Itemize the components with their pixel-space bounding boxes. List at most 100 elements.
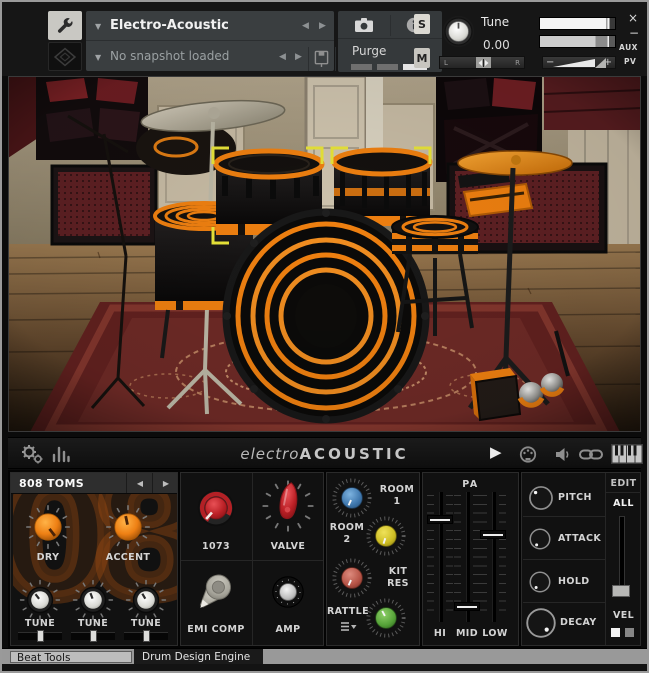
pa-mid-fader[interactable] [454,492,480,624]
instrument-name: Electro-Acoustic [110,18,229,33]
attack-label: ATTACK [558,533,606,544]
emi-comp-knob[interactable] [188,562,244,618]
vel-toggle-off[interactable] [625,628,634,637]
tune3-label: TUNE [121,618,171,629]
link-icon[interactable] [579,448,603,461]
tune-knob-1[interactable] [18,578,62,622]
pa-low-fader[interactable] [480,492,506,624]
tune1-label: TUNE [15,618,65,629]
amp-knob[interactable] [264,568,312,616]
brand-title-acoustic: ACOUSTIC [299,445,408,463]
output-meter-left [539,17,616,30]
play-button[interactable]: ▶ [490,443,502,461]
next-piece-button[interactable]: ▶ [152,473,179,493]
pv-label[interactable]: PV [624,57,636,66]
brand-toolbar: electroACOUSTIC ▶ [8,437,641,469]
1073-knob[interactable] [190,482,242,534]
tune-value[interactable]: 0.00 [483,38,510,52]
camera-icon[interactable] [354,17,374,33]
kontakt-window: ▼ Electro-Acoustic ◀ ▶ ▼ No snapshot loa… [0,0,649,673]
tab-drum-design-engine[interactable]: Drum Design Engine [134,649,263,665]
speaker-icon[interactable] [555,447,570,462]
kit-piece-header: 808 TOMS ◀ ▶ [11,473,177,494]
tune3-fine-slider[interactable] [124,632,168,640]
tune-knob[interactable] [441,14,476,49]
pan-slider[interactable]: L R [439,56,525,69]
save-snapshot-icon[interactable] [314,50,329,67]
pa-low-handle[interactable] [480,530,506,539]
pitch-label: PITCH [558,492,602,503]
purge-dropdown[interactable]: Purge [352,44,386,58]
next-instrument-button[interactable]: ▶ [319,21,326,31]
accent-label: ACCENT [100,552,156,563]
edit-label: EDIT [606,478,641,489]
kit-piece-name: 808 TOMS [19,477,84,490]
output-meter-right [539,35,616,48]
edit-all-slider-handle[interactable] [612,585,630,597]
midi-icon[interactable] [519,446,537,463]
bottom-filler [2,664,647,671]
hold-label: HOLD [558,576,602,587]
pa-mid-handle[interactable] [454,602,480,611]
brand-title-electro: electro [240,445,299,463]
edit-all-label[interactable]: ALL [606,498,641,509]
pan-left-label: L [444,59,448,67]
instrument-title-block: ▼ Electro-Acoustic ◀ ▶ ▼ No snapshot loa… [86,11,334,71]
pan-right-label: R [515,59,520,67]
memory-meter-1 [351,64,372,70]
edit-all-slider[interactable] [619,516,625,594]
rattle-menu-icon[interactable] [340,621,357,632]
keyboard-icon[interactable] [611,444,643,464]
chevron-down-icon[interactable]: ▼ [95,53,101,62]
instrument-title-row[interactable]: ▼ Electro-Acoustic ◀ ▶ [86,11,334,41]
rattle-knob[interactable] [363,595,409,641]
pitch-knob[interactable] [524,481,558,515]
prev-snapshot-button[interactable]: ◀ [279,52,286,62]
mute-button[interactable]: M [414,48,430,68]
aux-label[interactable]: AUX [619,43,638,52]
ni-logo [48,42,82,71]
next-snapshot-button[interactable]: ▶ [295,52,302,62]
minimize-icon[interactable]: − [629,26,639,40]
close-icon[interactable]: × [628,11,638,25]
accent-knob[interactable] [104,503,152,551]
volume-minus[interactable]: − [546,57,554,68]
decay-label: DECAY [560,617,608,628]
emi-comp-label: EMI COMP [180,624,252,635]
dry-knob[interactable] [24,503,72,551]
pa-low-label: LOW [478,628,512,639]
pan-handle-icon [478,59,489,67]
brand-title: electroACOUSTIC [8,445,641,463]
attack-knob[interactable] [525,524,555,554]
valve-knob[interactable] [260,478,316,534]
room2-label: ROOM2 [328,522,366,546]
hold-knob[interactable] [525,567,555,597]
valve-label: VALVE [252,541,324,552]
kontakt-header: ▼ Electro-Acoustic ◀ ▶ ▼ No snapshot loa… [2,2,647,76]
room2-knob[interactable] [363,513,409,559]
tune-label: Tune [481,15,509,29]
dry-label: DRY [23,552,73,563]
volume-slider[interactable]: − + [542,56,616,69]
decay-knob[interactable] [522,604,560,642]
tune-knob-2[interactable] [71,578,115,622]
pan-handle[interactable] [476,57,491,68]
tune2-fine-slider[interactable] [71,632,115,640]
tune1-fine-slider[interactable] [18,632,62,640]
room1-label: ROOM1 [376,484,418,508]
1073-label: 1073 [180,541,252,552]
pa-hi-fader[interactable] [427,492,453,624]
tab-beat-tools[interactable]: Beat Tools [10,651,132,663]
prev-piece-button[interactable]: ◀ [126,473,153,493]
drum-kit-scene [8,76,641,432]
kit-res-label: KITRES [378,566,418,590]
pa-hi-handle[interactable] [427,515,453,524]
tune2-label: TUNE [68,618,118,629]
wrench-icon [54,16,76,36]
chevron-down-icon[interactable]: ▼ [95,22,101,31]
wrench-settings-button[interactable] [48,11,82,40]
vel-toggle-on[interactable] [611,628,620,637]
solo-button[interactable]: S [414,14,430,34]
prev-instrument-button[interactable]: ◀ [302,21,309,31]
tune-knob-3[interactable] [124,578,168,622]
